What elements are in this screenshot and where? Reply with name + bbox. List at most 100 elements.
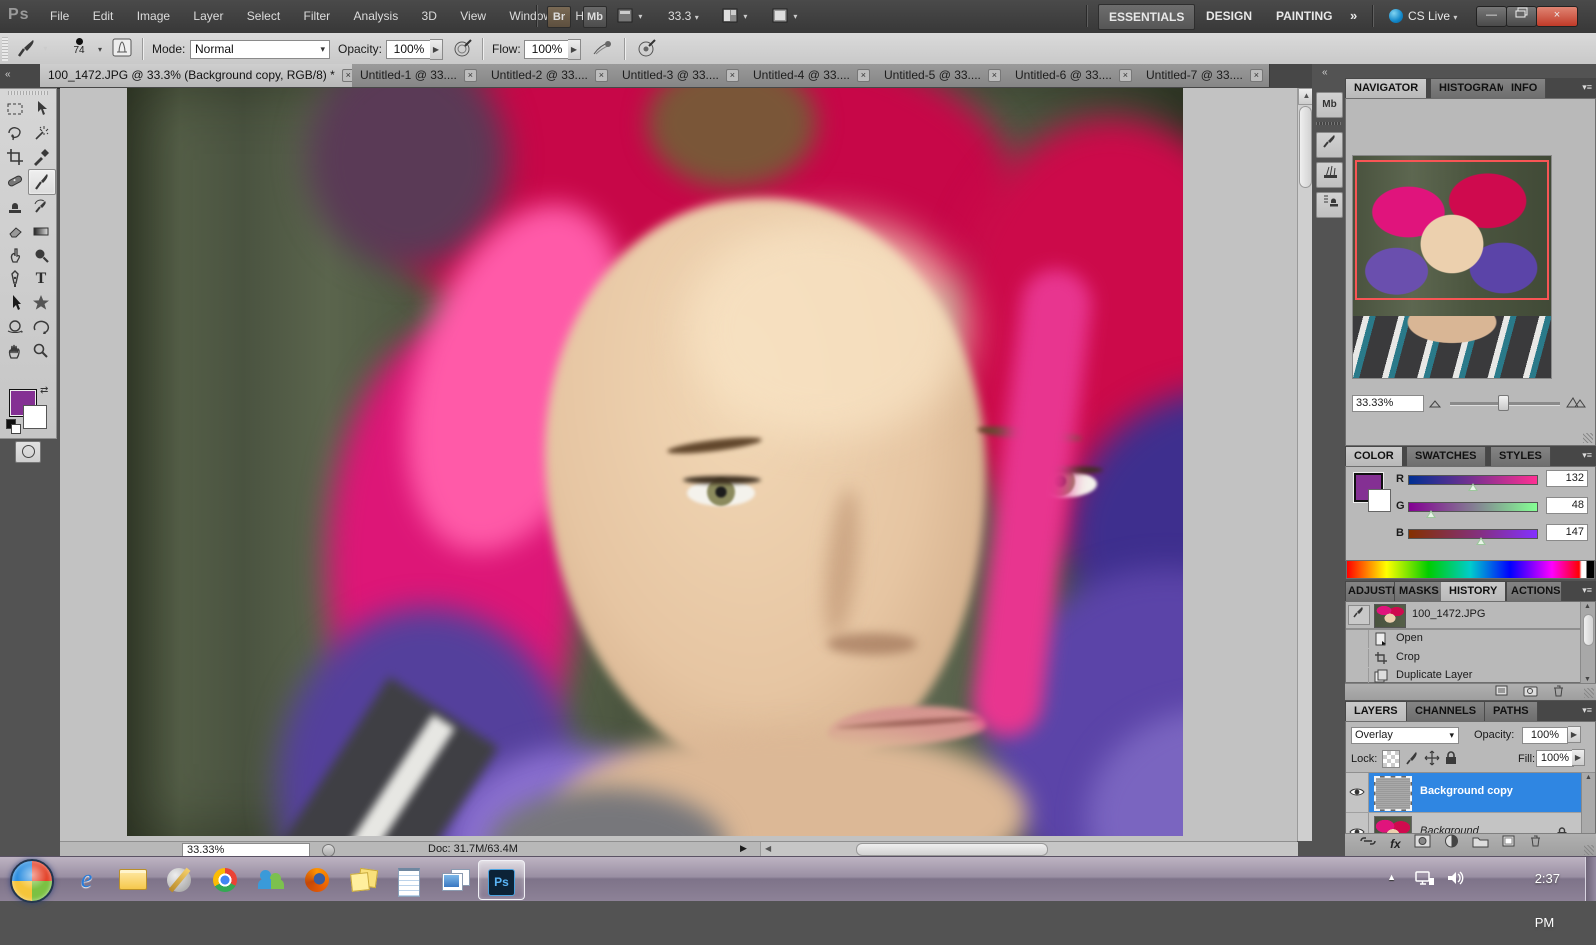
layer-blend-mode-select[interactable]: Overlay ▾ [1351, 727, 1459, 744]
show-desktop-button[interactable] [1585, 857, 1596, 901]
view-extras-button[interactable]: ▾ [617, 8, 642, 27]
menu-select[interactable]: Select [237, 0, 290, 33]
history-step-well[interactable] [1346, 630, 1369, 648]
lock-position-icon[interactable] [1424, 750, 1440, 766]
tab-paths[interactable]: PATHS [1485, 702, 1538, 721]
flow-slider-button[interactable]: ▶ [568, 39, 581, 60]
menu-edit[interactable]: Edit [83, 0, 124, 33]
tool-preset-picker[interactable]: ▾ [14, 37, 47, 62]
workspace-essentials-button[interactable]: ESSENTIALS [1098, 4, 1196, 30]
tool-type[interactable]: T [28, 267, 54, 291]
layer-opacity-input[interactable]: 100% [1522, 727, 1568, 744]
channel-b-input[interactable]: 147 [1546, 524, 1588, 541]
clone-source-panel-button[interactable] [1316, 192, 1343, 218]
delete-layer-icon[interactable] [1529, 834, 1542, 848]
history-step-duplicate-layer[interactable]: Duplicate Layer [1346, 668, 1581, 684]
document-tab[interactable]: Untitled-5 @ 33.... × [876, 64, 1008, 87]
new-document-from-state-icon[interactable] [1495, 684, 1510, 697]
tool-dodge[interactable] [28, 243, 54, 267]
tool-path-selection[interactable] [2, 291, 28, 315]
history-step-well[interactable] [1346, 649, 1369, 667]
history-scrollbar[interactable]: ▲ ▼ [1580, 602, 1595, 684]
brush-presets-panel-button[interactable] [1316, 132, 1343, 158]
add-layer-mask-icon[interactable] [1414, 834, 1431, 848]
menu-image[interactable]: Image [127, 0, 180, 33]
channel-r-thumb[interactable] [1468, 483, 1478, 491]
link-layers-icon[interactable] [1359, 834, 1377, 848]
document-tab[interactable]: Untitled-4 @ 33.... × [745, 64, 877, 87]
horizontal-scrollbar[interactable]: ◀ [760, 842, 1298, 857]
taskbar-notepad[interactable] [386, 860, 431, 898]
taskbar-chrome[interactable] [202, 860, 247, 898]
history-step-open[interactable]: Open [1346, 630, 1581, 648]
document-tab[interactable]: Untitled-2 @ 33.... × [483, 64, 615, 87]
tab-layers[interactable]: LAYERS [1346, 702, 1406, 721]
taskbar-media-app[interactable] [156, 860, 201, 898]
start-button[interactable] [10, 859, 54, 903]
tab-actions[interactable]: ACTIONS [1507, 582, 1562, 601]
vertical-scrollbar[interactable]: ▲ [1297, 88, 1315, 841]
tool-move[interactable] [28, 97, 54, 121]
menu-view[interactable]: View [450, 0, 496, 33]
taskbar-messenger[interactable] [248, 860, 293, 898]
tool-rectangular-marquee[interactable] [2, 97, 28, 121]
collapse-tool-panel-button[interactable]: « [5, 69, 10, 80]
tool-clone-stamp[interactable] [2, 195, 28, 219]
tab-masks[interactable]: MASKS [1395, 582, 1444, 601]
zoom-in-icon[interactable] [1566, 393, 1588, 409]
tool-3d-object-rotate[interactable] [2, 315, 28, 339]
zoom-level-control[interactable]: 33.3 ▾ [668, 6, 699, 26]
layer-fill-input[interactable]: 100% [1536, 750, 1574, 767]
toggle-brush-panel-button[interactable] [112, 38, 134, 61]
arrange-documents-button[interactable]: ▾ [722, 8, 747, 27]
close-tab-icon[interactable]: × [725, 69, 739, 82]
history-snapshot-row[interactable]: 100_1472.JPG [1346, 602, 1581, 630]
options-grip[interactable] [2, 37, 8, 61]
channel-g-thumb[interactable] [1426, 510, 1436, 518]
tool-eyedropper[interactable] [28, 145, 54, 169]
tool-3d-camera-rotate[interactable] [28, 315, 54, 339]
document-tab-active[interactable]: 100_1472.JPG @ 33.3% (Background copy, R… [40, 64, 360, 87]
tab-histogram[interactable]: HISTOGRAM [1431, 79, 1504, 98]
document-image[interactable] [127, 88, 1183, 836]
taskbar-photoshop-active[interactable]: Ps [478, 860, 525, 900]
horizontal-scroll-thumb[interactable] [856, 843, 1048, 856]
menu-filter[interactable]: Filter [294, 0, 341, 33]
new-layer-icon[interactable] [1502, 834, 1516, 848]
opacity-input[interactable]: 100% [386, 40, 432, 59]
restore-button[interactable] [1506, 6, 1537, 27]
network-icon[interactable] [1414, 869, 1436, 887]
tab-navigator[interactable]: NAVIGATOR [1346, 79, 1427, 98]
new-group-icon[interactable] [1472, 834, 1489, 848]
channel-b-slider[interactable] [1408, 529, 1538, 539]
panel-resize-grip[interactable] [1584, 688, 1594, 698]
tool-custom-shape[interactable] [28, 291, 54, 315]
menu-3d[interactable]: 3D [412, 0, 447, 33]
layer-thumbnail-noise[interactable] [1374, 776, 1412, 811]
color-background-swatch[interactable] [1368, 489, 1391, 512]
taskbar-windows-explorer[interactable] [110, 860, 155, 898]
airbrush-toggle-button[interactable] [590, 38, 614, 61]
layer-name[interactable]: Background copy [1420, 785, 1513, 797]
panel-resize-grip[interactable] [1584, 845, 1594, 855]
zoom-slider-thumb[interactable] [1498, 395, 1509, 411]
channel-r-input[interactable]: 132 [1546, 470, 1588, 487]
document-tab[interactable]: Untitled-6 @ 33.... × [1007, 64, 1139, 87]
scroll-up-icon[interactable]: ▲ [1585, 774, 1592, 781]
tool-brush-selected[interactable] [28, 169, 56, 195]
canvas-pasteboard[interactable] [60, 88, 1297, 841]
workspace-painting-button[interactable]: PAINTING [1266, 4, 1342, 28]
taskbar-firefox[interactable] [294, 860, 339, 898]
tray-show-hidden-icons[interactable]: ▲ [1387, 872, 1396, 882]
close-tab-icon[interactable]: × [856, 69, 870, 82]
default-colors-icon[interactable] [6, 419, 21, 434]
tool-zoom[interactable] [28, 339, 54, 363]
history-step-crop[interactable]: Crop [1346, 649, 1581, 667]
layer-fill-slider-button[interactable]: ▶ [1572, 749, 1585, 766]
document-tab[interactable]: Untitled-7 @ 33.... × [1138, 64, 1270, 87]
brush-panel-button[interactable] [1316, 162, 1343, 188]
tab-history[interactable]: HISTORY [1441, 582, 1506, 601]
tool-smudge[interactable] [2, 243, 28, 267]
panel-menu-icon[interactable]: ▾≡ [1582, 585, 1592, 596]
tool-eraser[interactable] [2, 219, 28, 243]
